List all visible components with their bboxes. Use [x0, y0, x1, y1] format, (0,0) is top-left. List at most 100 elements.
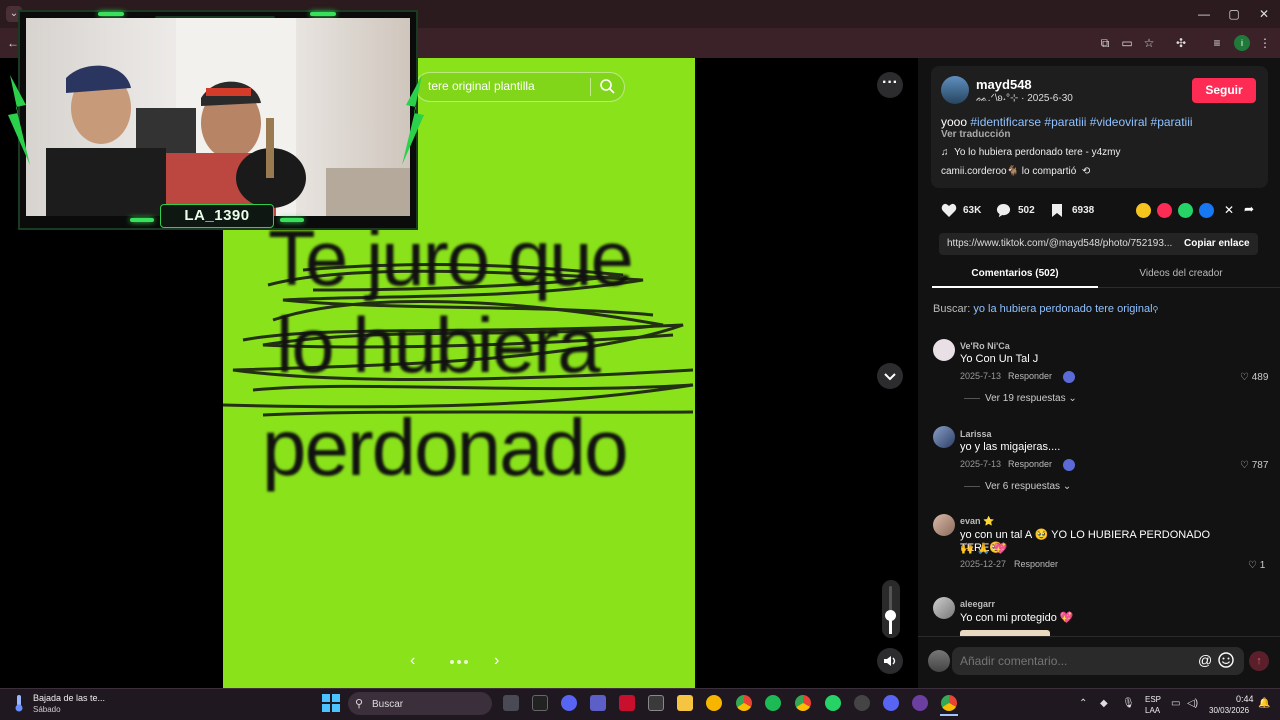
view-replies-button[interactable]: Ver 19 respuestas ⌄: [985, 393, 1077, 404]
commenter-avatar[interactable]: [933, 597, 955, 619]
comment-username[interactable]: Ve'Ro Ni'Ca: [960, 341, 1010, 351]
related-search[interactable]: Buscar: yo la hubiera perdonado tere ori…: [933, 303, 1158, 315]
link-url[interactable]: https://www.tiktok.com/@mayd548/photo/75…: [947, 238, 1172, 249]
comment-likes[interactable]: ♡ 489: [1240, 372, 1268, 383]
follow-button[interactable]: Seguir: [1192, 78, 1256, 103]
comment-username[interactable]: Larissa: [960, 429, 992, 439]
reply-button[interactable]: Responder: [1008, 459, 1052, 469]
view-replies-button[interactable]: Ver 6 respuestas ⌄: [985, 481, 1071, 492]
author-avatar[interactable]: [941, 76, 969, 104]
carousel-next-icon[interactable]: ›: [494, 652, 499, 670]
comment-username[interactable]: aleegarr: [960, 599, 995, 609]
post-comment-button[interactable]: ↑: [1249, 651, 1269, 671]
bookmark-star-icon[interactable]: ☆: [1140, 34, 1158, 52]
emoji-icon[interactable]: [1218, 652, 1234, 668]
app-icon[interactable]: [854, 695, 870, 711]
commenter-avatar[interactable]: [933, 339, 955, 361]
carousel-dot[interactable]: [457, 660, 461, 664]
send-icon[interactable]: [1157, 203, 1172, 218]
chevron-down-icon: [884, 373, 896, 381]
tab-comments[interactable]: Comentarios (502): [932, 268, 1098, 279]
author-username[interactable]: mayd548: [976, 77, 1032, 92]
weather-title[interactable]: Bajada de las te...: [33, 693, 105, 703]
cast-icon[interactable]: ▭: [1118, 34, 1136, 52]
comment-likes[interactable]: ♡ 1: [1248, 560, 1265, 571]
x-icon[interactable]: ✕: [1224, 203, 1234, 217]
hashtag[interactable]: #paratiii: [1151, 115, 1193, 129]
see-translation-link[interactable]: Ver traducción: [941, 129, 1010, 140]
browser-menu-icon[interactable]: ⋮: [1256, 34, 1274, 52]
profile-avatar[interactable]: i: [1234, 35, 1250, 51]
chrome-profile-icon[interactable]: [795, 695, 811, 711]
keyboard-layout[interactable]: LAA: [1145, 706, 1160, 715]
tab-creator-videos[interactable]: Videos del creador: [1098, 268, 1264, 279]
hashtag[interactable]: #paratiii: [1044, 115, 1086, 129]
tray-app-icon[interactable]: ◆: [1100, 698, 1108, 709]
music-link[interactable]: ♫ Yo lo hubiera perdonado tere - y4zmy: [941, 147, 1120, 158]
media-control-icon[interactable]: ≡: [1208, 34, 1226, 52]
bookmark-icon[interactable]: [1050, 203, 1064, 218]
windows-start-icon[interactable]: [322, 694, 340, 712]
comment-text: yo y las migajeras....: [960, 441, 1061, 453]
store-icon[interactable]: [648, 695, 664, 711]
search-input[interactable]: tere original plantilla: [428, 79, 535, 93]
weather-icon[interactable]: [12, 694, 26, 712]
mention-icon[interactable]: @: [1198, 652, 1212, 668]
chrome-active-icon[interactable]: [941, 695, 957, 711]
minimize-button[interactable]: —: [1192, 6, 1216, 22]
coin-icon[interactable]: [1136, 203, 1151, 218]
comment-username[interactable]: evan ⭐: [960, 516, 994, 527]
carousel-prev-icon[interactable]: ‹: [410, 652, 415, 670]
carousel-dot[interactable]: [464, 660, 468, 664]
discord-icon[interactable]: [561, 695, 577, 711]
commenter-avatar[interactable]: [933, 514, 955, 536]
network-icon[interactable]: ▭: [1171, 698, 1180, 709]
app-icon[interactable]: [706, 695, 722, 711]
commenter-avatar[interactable]: [933, 426, 955, 448]
related-search-query[interactable]: yo la hubiera perdonado tere original: [973, 303, 1152, 315]
taskbar-search[interactable]: [348, 692, 492, 715]
volume-tray-icon[interactable]: ◁): [1187, 698, 1198, 709]
next-video-button[interactable]: [877, 363, 903, 389]
shared-by[interactable]: camii.corderoo🐐 lo compartió ⟲: [941, 166, 1090, 177]
facebook-icon[interactable]: [1199, 203, 1214, 218]
notifications-icon[interactable]: 🔔: [1258, 698, 1270, 709]
volume-button[interactable]: [877, 648, 903, 674]
more-options-button[interactable]: ···: [877, 72, 903, 98]
app-icon[interactable]: [912, 695, 928, 711]
author-subline: ᨐ.ᐟ\ʚ˖°⊹ · 2025-6-30: [976, 93, 1073, 104]
clock-date[interactable]: 30/03/2026: [1209, 706, 1249, 715]
reply-button[interactable]: Responder: [1008, 371, 1052, 381]
teams-icon[interactable]: [590, 695, 606, 711]
carousel-dot[interactable]: [450, 660, 454, 664]
maximize-button[interactable]: ▢: [1222, 6, 1246, 22]
clock-time[interactable]: 0:44: [1236, 694, 1254, 704]
reply-button[interactable]: Responder: [1014, 559, 1058, 569]
comment-likes[interactable]: ♡ 787: [1240, 460, 1268, 471]
copy-link-button[interactable]: Copiar enlace: [1184, 238, 1250, 249]
file-explorer-icon[interactable]: [677, 695, 693, 711]
volume-thumb[interactable]: [885, 610, 896, 621]
epic-games-icon[interactable]: [532, 695, 548, 711]
chrome-icon[interactable]: [736, 695, 752, 711]
spotify-icon[interactable]: [765, 695, 781, 711]
hashtag[interactable]: #identificarse: [970, 115, 1041, 129]
comment-icon[interactable]: [996, 203, 1011, 218]
taskbar-search-label[interactable]: Buscar: [372, 699, 403, 710]
microphone-icon[interactable]: 🎙: [1122, 698, 1135, 709]
task-view-icon[interactable]: [503, 695, 519, 711]
language-indicator[interactable]: ESP: [1145, 695, 1161, 704]
hashtag[interactable]: #videoviral: [1090, 115, 1147, 129]
share-arrow-icon[interactable]: ➦: [1244, 202, 1254, 216]
whatsapp-icon[interactable]: [1178, 203, 1193, 218]
app-icon[interactable]: [619, 695, 635, 711]
translate-icon[interactable]: ⧉: [1096, 34, 1114, 52]
heart-icon[interactable]: [941, 203, 957, 218]
tray-overflow-icon[interactable]: ⌃: [1079, 698, 1087, 709]
extensions-icon[interactable]: ✣: [1172, 34, 1190, 52]
whatsapp-icon[interactable]: [825, 695, 841, 711]
search-icon[interactable]: [598, 77, 616, 95]
close-window-button[interactable]: ✕: [1252, 6, 1276, 22]
discord-icon[interactable]: [883, 695, 899, 711]
comment-date: 2025-7-13: [960, 459, 1002, 469]
